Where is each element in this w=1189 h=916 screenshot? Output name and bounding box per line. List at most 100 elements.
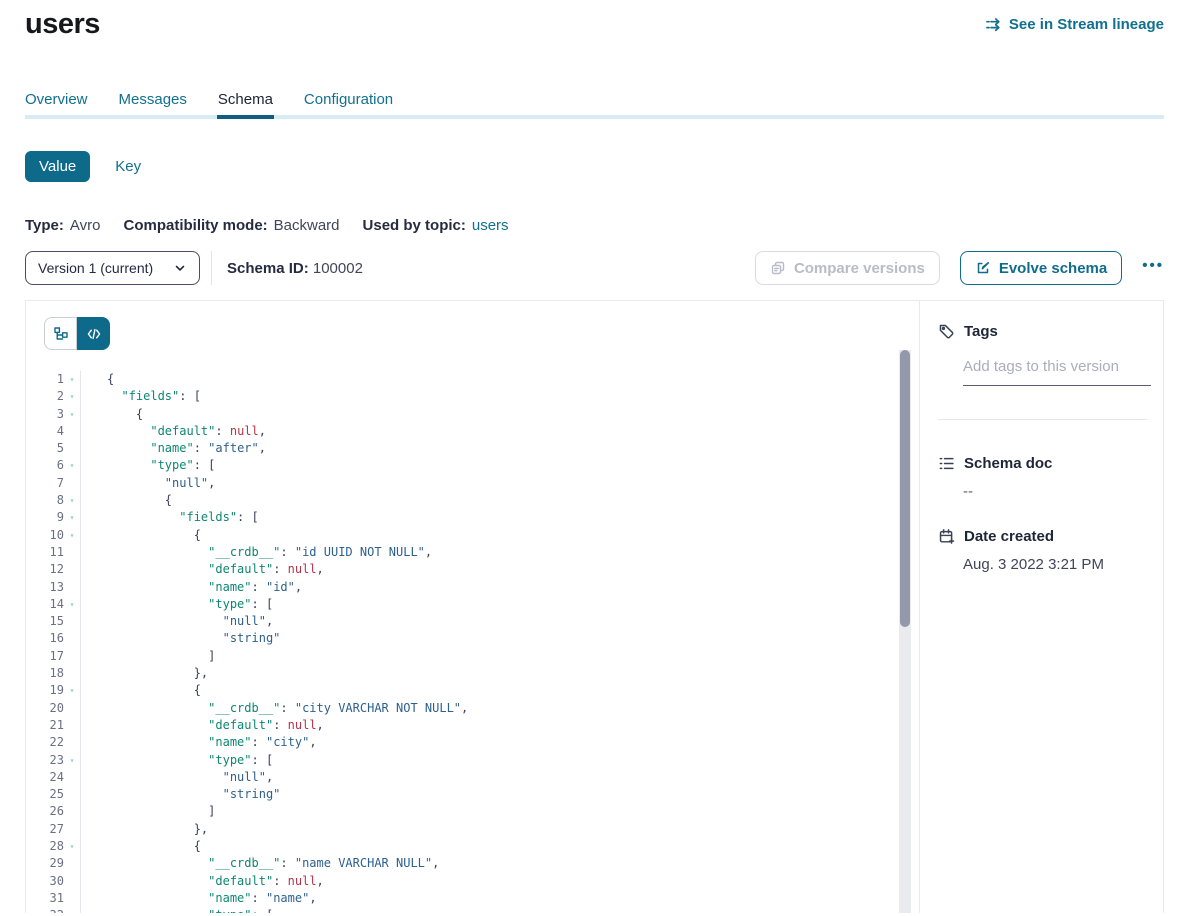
line-number: 5 — [26, 440, 64, 457]
value-toggle-button[interactable]: Value — [25, 151, 90, 182]
code-text[interactable]: "name": "name", — [81, 890, 317, 907]
type-value: Avro — [70, 217, 101, 234]
line-number: 2 — [26, 388, 64, 405]
topic-link[interactable]: users — [472, 217, 509, 234]
code-text[interactable]: { — [81, 371, 114, 388]
code-text[interactable]: "type": [ — [81, 752, 273, 769]
schema-doc-title: Schema doc — [964, 455, 1052, 472]
fold-arrow-icon[interactable]: ▾ — [64, 682, 81, 699]
code-line-26: 26 ] — [26, 803, 919, 820]
code-line-10: 10▾ { — [26, 527, 919, 544]
tag-icon — [938, 323, 955, 340]
tab-configuration[interactable]: Configuration — [304, 91, 393, 115]
fold-arrow-icon[interactable]: ▾ — [64, 527, 81, 544]
code-text[interactable]: { — [81, 492, 172, 509]
tab-schema[interactable]: Schema — [218, 91, 273, 115]
code-text[interactable]: "string" — [81, 786, 280, 803]
code-view-button[interactable] — [77, 317, 110, 350]
code-text[interactable]: "null", — [81, 475, 215, 492]
code-text[interactable]: { — [81, 406, 143, 423]
code-line-7: 7 "null", — [26, 475, 919, 492]
code-text[interactable]: "__crdb__": "city VARCHAR NOT NULL", — [81, 700, 468, 717]
date-created-title: Date created — [964, 528, 1054, 545]
fold-arrow-icon[interactable]: ▾ — [64, 371, 81, 388]
code-line-12: 12 "default": null, — [26, 561, 919, 578]
editor-scrollbar[interactable] — [899, 350, 911, 913]
code-text[interactable]: "null", — [81, 613, 273, 630]
page-title: users — [25, 8, 100, 41]
line-number: 11 — [26, 544, 64, 561]
code-text[interactable]: "type": [ — [81, 596, 273, 613]
schema-panel: 1▾{2▾ "fields": [3▾ {4 "default": null,5… — [25, 300, 1164, 913]
add-tags-input[interactable] — [963, 358, 1151, 386]
compare-versions-button[interactable]: Compare versions — [755, 251, 940, 285]
code-text[interactable]: }, — [81, 821, 208, 838]
schema-sidebar: Tags Schema doc -- — [920, 301, 1163, 913]
line-number: 7 — [26, 475, 64, 492]
scrollbar-thumb[interactable] — [900, 350, 910, 627]
divider — [211, 251, 212, 285]
code-line-19: 19▾ { — [26, 682, 919, 699]
evolve-schema-button[interactable]: Evolve schema — [960, 251, 1122, 285]
fold-spacer — [64, 700, 81, 717]
code-text[interactable]: ] — [81, 648, 215, 665]
code-text[interactable]: "__crdb__": "name VARCHAR NULL", — [81, 855, 439, 872]
list-icon — [938, 455, 955, 472]
fold-arrow-icon[interactable]: ▾ — [64, 492, 81, 509]
code-line-20: 20 "__crdb__": "city VARCHAR NOT NULL", — [26, 700, 919, 717]
more-options-button[interactable]: ••• — [1142, 257, 1164, 280]
version-select[interactable]: Version 1 (current) — [25, 251, 200, 285]
line-number: 30 — [26, 873, 64, 890]
code-text[interactable]: { — [81, 682, 201, 699]
code-text[interactable]: "name": "city", — [81, 734, 317, 751]
fold-arrow-icon[interactable]: ▾ — [64, 596, 81, 613]
line-number: 22 — [26, 734, 64, 751]
fold-arrow-icon[interactable]: ▾ — [64, 509, 81, 526]
key-toggle-button[interactable]: Key — [115, 158, 141, 175]
tab-messages[interactable]: Messages — [119, 91, 187, 115]
fold-arrow-icon[interactable]: ▾ — [64, 406, 81, 423]
code-line-16: 16 "string" — [26, 630, 919, 647]
code-line-14: 14▾ "type": [ — [26, 596, 919, 613]
code-text[interactable]: "default": null, — [81, 561, 324, 578]
code-text[interactable]: "type": [ — [81, 457, 215, 474]
code-text[interactable]: "default": null, — [81, 423, 266, 440]
code-text[interactable]: { — [81, 527, 201, 544]
code-text[interactable]: "__crdb__": "id UUID NOT NULL", — [81, 544, 432, 561]
code-text[interactable]: }, — [81, 665, 208, 682]
fold-spacer — [64, 440, 81, 457]
code-line-32: 32▾ "type": [ — [26, 907, 919, 913]
code-text[interactable]: "fields": [ — [81, 388, 201, 405]
code-text[interactable]: { — [81, 838, 201, 855]
page-header: users See in Stream lineage — [25, 0, 1164, 41]
fold-arrow-icon[interactable]: ▾ — [64, 388, 81, 405]
line-number: 29 — [26, 855, 64, 872]
see-in-stream-lineage-link[interactable]: See in Stream lineage — [985, 16, 1164, 33]
fold-spacer — [64, 561, 81, 578]
stream-lineage-icon — [985, 17, 1002, 32]
calendar-plus-icon — [938, 528, 955, 545]
line-number: 6 — [26, 457, 64, 474]
code-text[interactable]: "default": null, — [81, 717, 324, 734]
code-text[interactable]: "string" — [81, 630, 280, 647]
fold-arrow-icon[interactable]: ▾ — [64, 907, 81, 913]
code-lines[interactable]: 1▾{2▾ "fields": [3▾ {4 "default": null,5… — [26, 371, 919, 913]
code-line-13: 13 "name": "id", — [26, 579, 919, 596]
line-number: 9 — [26, 509, 64, 526]
code-text[interactable]: ] — [81, 803, 215, 820]
code-text[interactable]: "name": "id", — [81, 579, 302, 596]
tree-view-button[interactable] — [44, 317, 77, 350]
code-text[interactable]: "type": [ — [81, 907, 273, 913]
fold-arrow-icon[interactable]: ▾ — [64, 838, 81, 855]
editor-view-toggle — [44, 317, 110, 350]
code-text[interactable]: "fields": [ — [81, 509, 259, 526]
code-text[interactable]: "name": "after", — [81, 440, 266, 457]
fold-arrow-icon[interactable]: ▾ — [64, 457, 81, 474]
line-number: 8 — [26, 492, 64, 509]
code-text[interactable]: "null", — [81, 769, 273, 786]
line-number: 19 — [26, 682, 64, 699]
fold-arrow-icon[interactable]: ▾ — [64, 752, 81, 769]
code-text[interactable]: "default": null, — [81, 873, 324, 890]
tab-overview[interactable]: Overview — [25, 91, 88, 115]
fold-spacer — [64, 665, 81, 682]
